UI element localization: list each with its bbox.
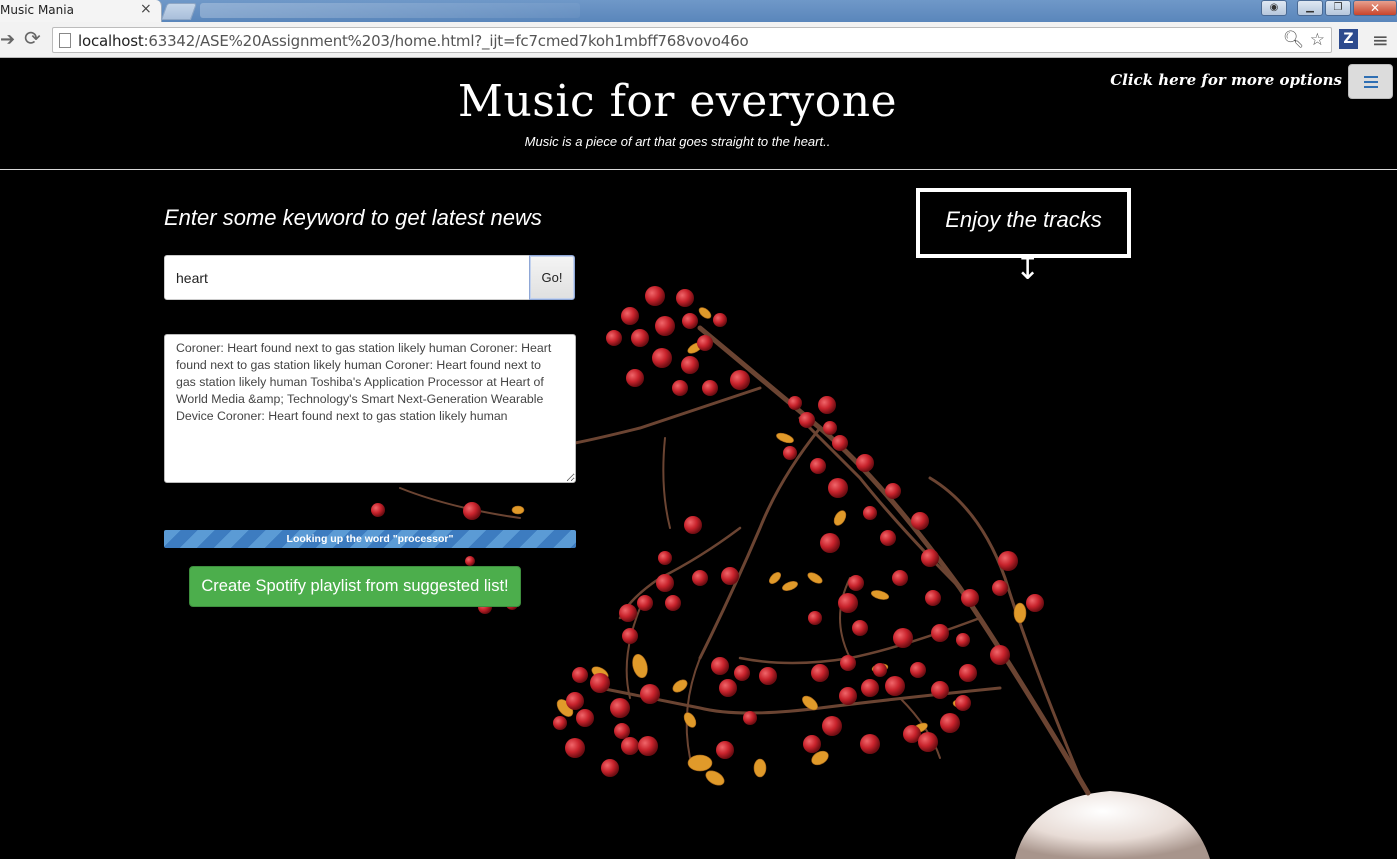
news-results-textarea[interactable]: Coroner: Heart found next to gas station… (164, 334, 576, 483)
page: Music for everyone Music is a piece of a… (0, 58, 1397, 859)
hamburger-icon-bar (1364, 86, 1378, 88)
background-window-title (200, 3, 580, 18)
user-icon[interactable]: ◉ (1261, 0, 1287, 16)
extension-z-icon[interactable]: Z (1339, 29, 1358, 49)
browser-tab-strip: Music Mania × ◉ ▁ ❐ ✕ (0, 0, 1397, 22)
go-button[interactable]: Go! (529, 255, 575, 300)
close-window-button[interactable]: ✕ (1353, 0, 1397, 16)
back-arrow-icon[interactable]: ➔ (0, 29, 15, 50)
new-tab-button[interactable] (160, 3, 198, 20)
progress-label: Looking up the word "processor" (286, 533, 454, 545)
site-header: Music for everyone Music is a piece of a… (0, 58, 1397, 170)
menu-toggle-button[interactable] (1348, 64, 1393, 99)
create-spotify-playlist-button[interactable]: Create Spotify playlist from suggested l… (189, 566, 521, 607)
tab-title: Music Mania (0, 3, 74, 17)
hamburger-icon-bar (1364, 76, 1378, 78)
lookup-progress-bar: Looking up the word "processor" (164, 530, 576, 548)
news-heading: Enter some keyword to get latest news (164, 205, 542, 230)
down-arrow-icon: ↧ (1015, 252, 1041, 287)
minimize-button[interactable]: ▁ (1297, 0, 1323, 16)
magnifier-icon[interactable]: 🔍︎ (1283, 30, 1305, 50)
tab-close-icon[interactable]: × (140, 1, 152, 17)
tagline: Music is a piece of art that goes straig… (524, 134, 831, 149)
browser-toolbar: ➔ ⟳ localhost:63342/ASE%20Assignment%203… (0, 22, 1397, 58)
url-text[interactable]: localhost:63342/ASE%20Assignment%203/hom… (78, 32, 749, 50)
browser-tab[interactable]: Music Mania × (0, 0, 162, 22)
chrome-menu-icon[interactable]: ≡ (1372, 28, 1389, 52)
star-icon[interactable]: ☆ (1310, 30, 1325, 50)
url-host: localhost (78, 32, 144, 50)
keyword-search-input[interactable] (164, 255, 530, 300)
omnibox-icons: 🔍︎ ☆ (1283, 30, 1325, 50)
enjoy-tracks-label: Enjoy the tracks (945, 207, 1102, 232)
hamburger-icon-bar (1364, 81, 1378, 83)
enjoy-tracks-box: Enjoy the tracks (916, 188, 1131, 258)
window-controls: ◉ ▁ ❐ ✕ (1261, 0, 1397, 16)
reload-icon[interactable]: ⟳ (24, 26, 41, 50)
maximize-button[interactable]: ❐ (1325, 0, 1351, 16)
url-path: :63342/ASE%20Assignment%203/home.html?_i… (143, 32, 749, 50)
page-icon (59, 33, 71, 48)
more-options-link[interactable]: Click here for more options (1110, 71, 1342, 89)
address-bar[interactable]: localhost:63342/ASE%20Assignment%203/hom… (52, 27, 1332, 53)
